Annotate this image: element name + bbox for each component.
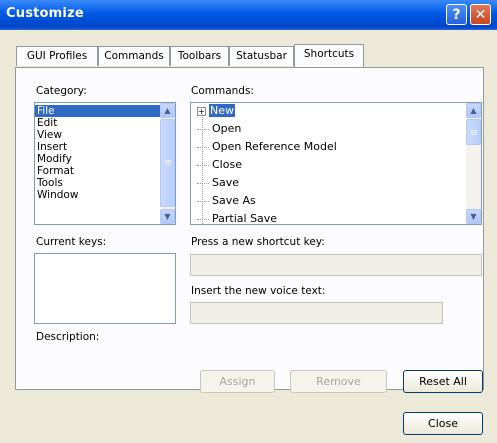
tree-item[interactable]: Save As (197, 192, 256, 210)
help-icon: ? (452, 7, 461, 23)
tree-item[interactable]: Close (197, 156, 242, 174)
commands-scrollbar[interactable]: ▲ ▼ (466, 103, 481, 224)
tab-statusbar[interactable]: Statusbar (229, 46, 294, 66)
voice-text-label: Insert the new voice text: (191, 285, 326, 297)
list-item[interactable]: File (35, 105, 160, 117)
close-window-button[interactable]: ✕ (470, 4, 491, 25)
shortcut-key-field[interactable] (190, 254, 482, 276)
shortcut-label: Press a new shortcut key: (191, 236, 325, 248)
scroll-up-button[interactable]: ▲ (160, 103, 175, 118)
scroll-up-button[interactable]: ▲ (466, 103, 481, 118)
scroll-thumb[interactable] (160, 119, 175, 207)
tree-item[interactable]: Open (197, 120, 241, 138)
commands-label: Commands: (191, 85, 254, 97)
list-item[interactable]: Insert (35, 141, 160, 153)
scroll-down-button[interactable]: ▼ (466, 209, 481, 224)
window-title: Customize (6, 6, 84, 21)
list-item[interactable]: Tools (35, 177, 160, 189)
list-item[interactable]: Modify (35, 153, 160, 165)
remove-button[interactable]: Remove (290, 370, 387, 393)
scroll-down-button[interactable]: ▼ (160, 209, 175, 224)
category-label: Category: (36, 85, 87, 97)
assign-button[interactable]: Assign (200, 370, 275, 393)
tree-item-new[interactable]: New (209, 103, 235, 120)
tab-gui-profiles[interactable]: GUI Profiles (16, 46, 98, 66)
title-bar: Customize ? ✕ (0, 0, 497, 30)
tree-item[interactable]: Save (197, 174, 239, 192)
list-item[interactable]: View (35, 129, 160, 141)
help-button[interactable]: ? (446, 4, 467, 25)
chevron-up-icon: ▲ (470, 106, 477, 115)
tab-shortcuts[interactable]: Shortcuts (294, 44, 364, 67)
commands-tree[interactable]: + New Open Open Reference Model Close Sa… (190, 102, 482, 225)
current-keys-listbox[interactable] (34, 253, 176, 324)
chevron-down-icon: ▼ (164, 212, 171, 221)
category-scrollbar[interactable]: ▲ ▼ (160, 103, 175, 224)
voice-text-field[interactable] (190, 302, 443, 324)
list-item[interactable]: Edit (35, 117, 160, 129)
reset-all-button[interactable]: Reset All (403, 370, 483, 393)
chevron-down-icon: ▼ (470, 212, 477, 221)
tree-item[interactable]: Open Reference Model (197, 138, 337, 156)
description-label: Description: (36, 331, 100, 343)
list-item[interactable]: Window (35, 189, 160, 201)
tree-item[interactable]: Partial Save (197, 210, 277, 224)
current-keys-label: Current keys: (36, 236, 107, 248)
close-button[interactable]: Close (403, 412, 483, 435)
scroll-thumb[interactable] (466, 119, 481, 145)
category-listbox[interactable]: File Edit View Insert Modify Format Tool… (34, 102, 176, 225)
chevron-up-icon: ▲ (164, 106, 171, 115)
tab-commands[interactable]: Commands (98, 46, 170, 66)
close-icon: ✕ (474, 7, 487, 23)
list-item[interactable]: Format (35, 165, 160, 177)
tab-toolbars[interactable]: Toolbars (170, 46, 229, 66)
